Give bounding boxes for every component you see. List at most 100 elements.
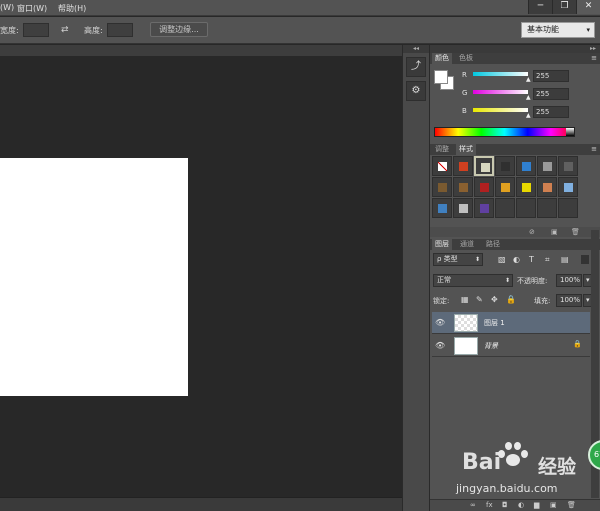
tab-layers[interactable]: 图层 [432,239,452,250]
menu-item-help[interactable]: 帮助(H) [58,3,86,14]
layer-row-background[interactable]: 👁 背景 🔒 [432,335,590,357]
lock-transparency-icon[interactable]: ▦ [461,295,469,304]
canvas-status-strip [0,497,402,511]
tab-swatches[interactable]: 色板 [456,53,476,64]
refine-edge-button[interactable]: 调整边缘... [150,22,208,37]
style-swatch[interactable] [495,198,515,218]
styles-panel-tabs: 调整 样式 ≡ [430,144,600,155]
style-swatch-preview [543,204,552,213]
layer-thumbnail [454,314,478,332]
watermark-brand-b: 经验 [538,456,577,478]
blue-slider[interactable]: B ▲ 255 [430,105,600,119]
layer-name[interactable]: 背景 [484,341,498,351]
tab-adjustments[interactable]: 调整 [432,144,452,155]
menu-item-partial[interactable]: (W) [0,3,14,12]
lock-move-icon[interactable]: ✥ [491,295,498,304]
pixel-filter-icon[interactable]: ▧ [498,255,506,264]
swap-icon[interactable]: ⇄ [61,25,69,35]
slider-handle-icon[interactable]: ▲ [526,112,531,119]
restore-icon[interactable]: ❐ [552,0,576,14]
style-swatch[interactable] [432,177,452,197]
style-swatch-preview [501,204,510,213]
green-value[interactable]: 255 [533,88,569,100]
layer-filter-select[interactable]: ρ 类型 ⬍ [433,253,483,266]
expand-arrows-icon[interactable]: ▸▸ [590,45,596,53]
fill-label: 填充: [534,297,551,305]
styles-grid [432,156,582,218]
tab-color[interactable]: 颜色 [432,53,452,64]
chevron-down-icon: ⬍ [504,277,510,284]
style-swatch[interactable] [453,156,473,176]
fill-input[interactable]: 100% [556,294,582,307]
close-icon[interactable]: ✕ [576,0,600,14]
collapse-arrows-icon[interactable]: ◂◂ [403,45,429,53]
style-swatch[interactable] [558,177,578,197]
green-slider[interactable]: G ▲ 255 [430,87,600,101]
shape-filter-icon[interactable]: ⌗ [545,255,550,265]
menu-item-window[interactable]: 窗口(W) [17,3,47,14]
clear-style-icon[interactable]: ⊘ [529,227,535,237]
style-swatch[interactable] [516,177,536,197]
style-swatch[interactable] [537,198,557,218]
layer-name[interactable]: 图层 1 [484,318,505,328]
green-track[interactable] [473,90,528,94]
document-page[interactable] [0,158,188,396]
panel-menu-icon[interactable]: ≡ [591,53,597,63]
styles-footer: ⊘ ▣ 🗑 [430,227,600,237]
smart-object-filter-icon[interactable]: ▤ [561,255,569,264]
style-swatch-preview [438,183,447,192]
style-swatch[interactable] [432,156,452,176]
style-swatch[interactable] [558,156,578,176]
red-track[interactable] [473,72,528,76]
minimize-icon[interactable]: ─ [528,0,552,14]
red-slider[interactable]: R ▲ 255 [430,69,600,83]
style-swatch[interactable] [516,198,536,218]
style-swatch[interactable] [474,156,494,176]
new-style-icon[interactable]: ▣ [551,227,558,237]
style-swatch-preview [543,183,552,192]
slider-handle-icon[interactable]: ▲ [526,76,531,83]
history-icon[interactable]: ⤴ [406,57,426,77]
blend-mode-select[interactable]: 正常 ⬍ [433,274,513,287]
baidu-paw-icon [498,442,528,468]
visibility-eye-icon[interactable]: 👁 [435,341,445,350]
tab-styles[interactable]: 样式 [456,144,476,155]
style-swatch[interactable] [537,177,557,197]
black-white-ramp[interactable] [566,128,574,136]
foreground-color-swatch[interactable] [434,70,448,84]
slider-handle-icon[interactable]: ▲ [526,94,531,101]
panel-menu-icon[interactable]: ≡ [591,144,597,154]
height-input[interactable] [107,23,133,37]
style-swatch[interactable] [432,198,452,218]
filter-toggle-icon[interactable] [581,255,589,264]
filter-kind-label: ρ 类型 [437,255,458,263]
visibility-eye-icon[interactable]: 👁 [435,318,445,327]
blue-track[interactable] [473,108,528,112]
delete-style-icon[interactable]: 🗑 [571,227,580,237]
red-value[interactable]: 255 [533,70,569,82]
tab-channels[interactable]: 通道 [457,239,477,250]
style-swatch[interactable] [495,177,515,197]
style-swatch[interactable] [495,156,515,176]
adjustment-filter-icon[interactable]: ◐ [513,255,520,264]
style-swatch[interactable] [558,198,578,218]
style-swatch-preview [522,204,531,213]
lock-all-icon[interactable]: 🔒 [506,295,516,304]
width-input[interactable] [23,23,49,37]
color-spectrum-bar[interactable] [434,127,575,137]
style-swatch[interactable] [453,177,473,197]
type-filter-icon[interactable]: T [529,255,534,264]
style-swatch[interactable] [537,156,557,176]
lock-paint-icon[interactable]: ✎ [476,295,483,304]
tab-paths[interactable]: 路径 [483,239,503,250]
blue-value[interactable]: 255 [533,106,569,118]
opacity-input[interactable]: 100% [556,274,582,287]
layer-row-layer1[interactable]: 👁 图层 1 [432,312,590,334]
style-swatch[interactable] [474,198,494,218]
document-canvas[interactable] [0,45,402,511]
style-swatch[interactable] [516,156,536,176]
style-swatch[interactable] [453,198,473,218]
style-swatch[interactable] [474,177,494,197]
properties-icon[interactable]: ⚙ [406,81,426,101]
workspace-select[interactable]: 基本功能 ▾ [521,22,595,38]
